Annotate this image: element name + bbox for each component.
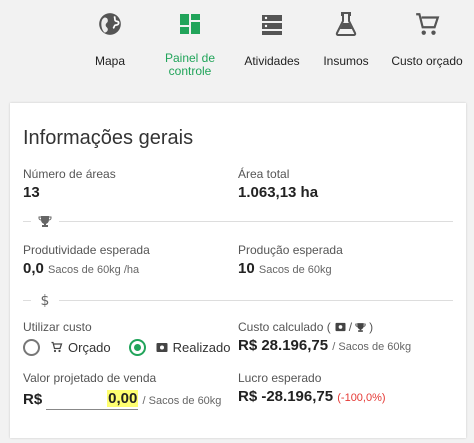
valor-unit: / Sacos de 60kg <box>142 395 222 407</box>
cart-icon <box>387 8 467 40</box>
valor-projetado: Valor projetado de venda R$ 0,00 / Sacos… <box>23 371 221 410</box>
valor-input-value: 0,00 <box>107 390 139 407</box>
prod-esperada-label: Produtividade esperada <box>23 243 150 257</box>
general-info-card: Informações gerais Número de áreas 13 Ár… <box>10 103 466 438</box>
cart-icon <box>51 341 63 353</box>
custo-calculado: Custo calculado ( / ) R$ 28.196,75 / Sac… <box>238 320 412 354</box>
top-navigation: Mapa Painel de controle Atividades Insum… <box>0 0 474 90</box>
trophy-icon <box>355 322 366 332</box>
nav-item-insumos[interactable]: Insumos <box>306 8 386 68</box>
nav-item-custo-orcado[interactable]: Custo orçado <box>387 8 467 68</box>
valor-input[interactable]: 0,00 <box>46 390 139 410</box>
producao-esperada: Produção esperada 10 Sacos de 60kg <box>238 243 343 279</box>
custo-calc-label-end: ) <box>369 320 374 334</box>
svg-text:$: $ <box>41 293 50 307</box>
money-icon <box>156 342 168 352</box>
option-realizado[interactable]: Realizado <box>156 339 231 355</box>
prod-esperada-unit: Sacos de 60kg /ha <box>48 264 140 276</box>
nav-label: Insumos <box>323 54 369 68</box>
custo-calc-value: R$ 28.196,75 <box>238 337 329 354</box>
utilizar-custo: Utilizar custo <box>23 320 92 334</box>
custo-calc-unit: / Sacos de 60kg <box>332 341 412 353</box>
radio-realizado[interactable] <box>128 338 146 356</box>
num-areas-label: Número de áreas <box>23 167 116 181</box>
produtividade-esperada: Produtividade esperada 0,0 Sacos de 60kg… <box>23 243 150 279</box>
lucro-percent: (-100,0%) <box>337 392 386 404</box>
globe-icon <box>70 8 150 40</box>
option-orcado[interactable]: Orçado <box>50 340 111 355</box>
nav-label: Mapa <box>94 54 126 68</box>
prod-esperada-value: 0,0 <box>23 260 44 277</box>
dollar-icon: $ <box>38 293 52 307</box>
producao-unit: Sacos de 60kg <box>258 264 332 276</box>
realizado-label: Realizado <box>172 339 231 355</box>
valor-proj-label: Valor projetado de venda <box>23 371 157 385</box>
nav-label: Atividades <box>244 54 300 68</box>
num-areas: Número de áreas 13 <box>23 167 116 202</box>
divider-cost: $ <box>23 293 453 307</box>
flask-icon <box>306 8 386 40</box>
nav-item-atividades[interactable]: Atividades <box>232 8 312 68</box>
custo-calc-label: Custo calculado ( <box>238 320 331 334</box>
producao-label: Produção esperada <box>238 243 343 257</box>
producao-value: 10 <box>238 260 255 277</box>
nav-label: Custo orçado <box>391 54 463 68</box>
area-total-value: 1.063,13 ha <box>238 184 319 201</box>
cost-radio-group: Orçado Realizado <box>23 338 230 356</box>
nav-item-mapa[interactable]: Mapa <box>70 8 150 68</box>
storage-icon <box>232 8 312 40</box>
lucro-label: Lucro esperado <box>238 371 322 385</box>
nav-label: Painel de controle <box>164 51 216 78</box>
divider-productivity <box>23 214 453 228</box>
num-areas-value: 13 <box>23 184 40 201</box>
orcado-label: Orçado <box>68 339 111 355</box>
radio-orcado[interactable] <box>23 338 40 356</box>
lucro-value: R$ -28.196,75 <box>238 388 334 405</box>
valor-prefix: R$ <box>23 391 43 408</box>
nav-item-painel-de-controle[interactable]: Painel de controle <box>150 8 230 78</box>
lucro-esperado: Lucro esperado R$ -28.196,75 (-100,0%) <box>238 371 386 407</box>
dashboard-icon <box>150 8 230 40</box>
money-icon <box>335 322 346 332</box>
utilizar-custo-label: Utilizar custo <box>23 320 92 334</box>
area-total: Área total 1.063,13 ha <box>238 167 318 202</box>
trophy-icon <box>38 214 52 228</box>
area-total-label: Área total <box>238 167 290 181</box>
card-title: Informações gerais <box>23 127 194 149</box>
